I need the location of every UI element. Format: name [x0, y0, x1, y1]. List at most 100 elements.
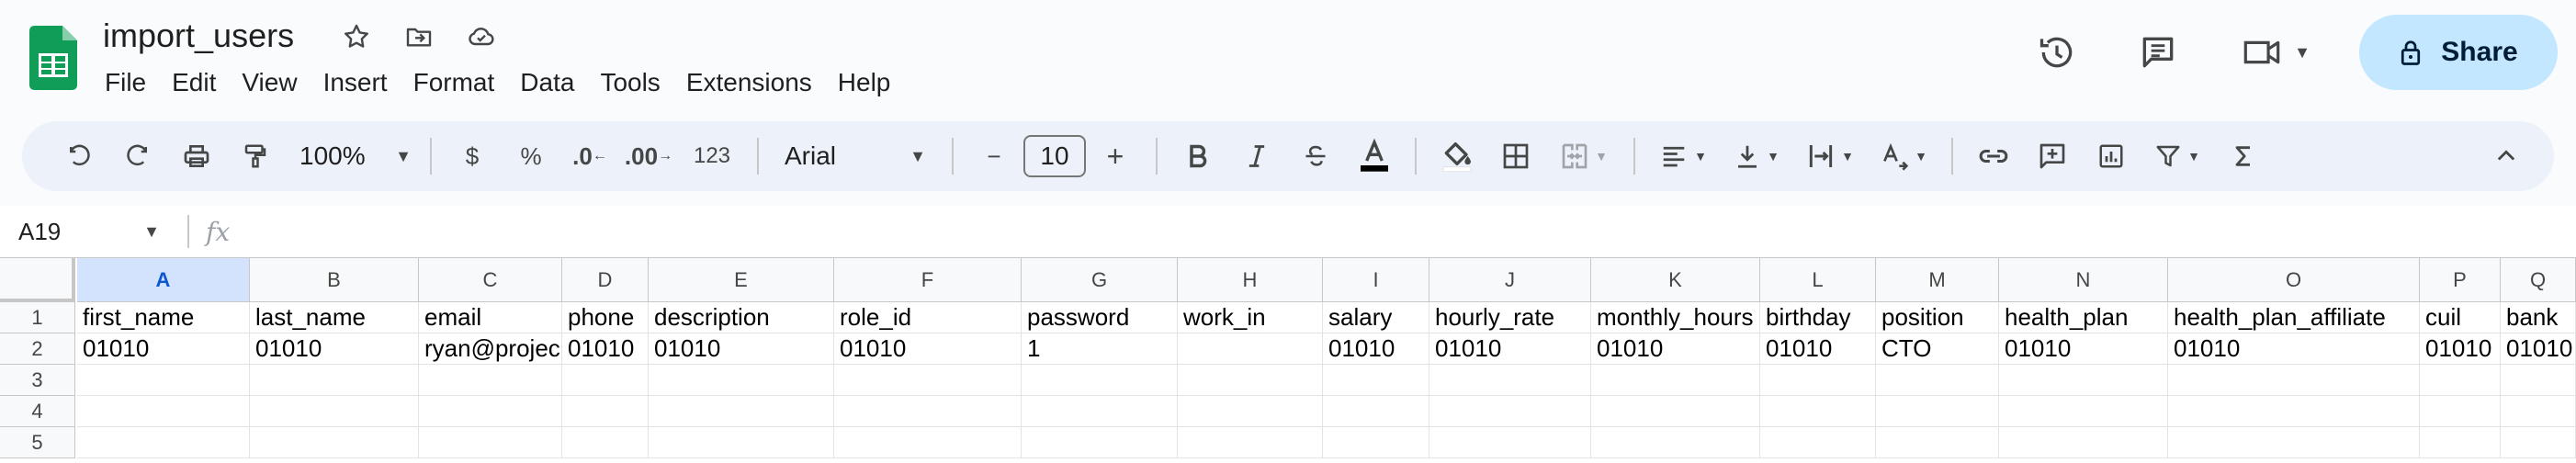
cell-d3[interactable] — [562, 365, 649, 396]
cell-g4[interactable] — [1022, 396, 1178, 427]
column-header-p[interactable]: P — [2420, 258, 2501, 302]
cell-l5[interactable] — [1760, 427, 1876, 458]
decrease-font-size-button[interactable]: − — [965, 130, 1023, 182]
zoom-select[interactable]: 100% ▼ — [285, 130, 419, 182]
row-header-3[interactable]: 3 — [0, 365, 75, 396]
bold-icon[interactable] — [1169, 130, 1227, 182]
cell-m5[interactable] — [1876, 427, 1999, 458]
cell-k4[interactable] — [1591, 396, 1760, 427]
cell-q2[interactable]: 01010 — [2501, 333, 2576, 365]
cell-l3[interactable] — [1760, 365, 1876, 396]
cell-f2[interactable]: 01010 — [834, 333, 1022, 365]
cell-a3[interactable] — [77, 365, 250, 396]
cell-c5[interactable] — [419, 427, 562, 458]
insert-chart-icon[interactable] — [2082, 130, 2141, 182]
row-header-4[interactable]: 4 — [0, 396, 75, 427]
cell-h2[interactable] — [1178, 333, 1323, 365]
cell-k5[interactable] — [1591, 427, 1760, 458]
cell-k3[interactable] — [1591, 365, 1760, 396]
functions-icon[interactable] — [2214, 130, 2273, 182]
cell-i2[interactable]: 01010 — [1323, 333, 1429, 365]
cell-b5[interactable] — [250, 427, 419, 458]
italic-icon[interactable] — [1227, 130, 1286, 182]
cell-l1[interactable]: birthday — [1760, 302, 1876, 333]
meet-dropdown[interactable]: ▼ — [2225, 16, 2326, 89]
cell-h1[interactable]: work_in — [1178, 302, 1323, 333]
share-button[interactable]: Share — [2359, 15, 2558, 90]
column-header-o[interactable]: O — [2168, 258, 2420, 302]
cell-p4[interactable] — [2420, 396, 2501, 427]
sheets-logo-icon[interactable] — [29, 26, 77, 90]
menu-tools[interactable]: Tools — [587, 68, 672, 97]
cell-p3[interactable] — [2420, 365, 2501, 396]
star-icon[interactable] — [338, 18, 375, 55]
cloud-status-icon[interactable] — [463, 18, 500, 55]
cell-b3[interactable] — [250, 365, 419, 396]
column-header-e[interactable]: E — [649, 258, 834, 302]
cell-c1[interactable]: email — [419, 302, 562, 333]
column-header-m[interactable]: M — [1876, 258, 1999, 302]
percent-format-button[interactable]: % — [502, 130, 560, 182]
cell-f4[interactable] — [834, 396, 1022, 427]
cell-p1[interactable]: cuil — [2420, 302, 2501, 333]
cell-a2[interactable]: 01010 — [77, 333, 250, 365]
menu-data[interactable]: Data — [507, 68, 587, 97]
cell-d1[interactable]: phone — [562, 302, 649, 333]
cell-l4[interactable] — [1760, 396, 1876, 427]
menu-format[interactable]: Format — [401, 68, 508, 97]
redo-icon[interactable] — [108, 130, 167, 182]
cell-i4[interactable] — [1323, 396, 1429, 427]
cell-p5[interactable] — [2420, 427, 2501, 458]
cell-k1[interactable]: monthly_hours — [1591, 302, 1760, 333]
cell-e2[interactable]: 01010 — [649, 333, 834, 365]
column-header-q[interactable]: Q — [2501, 258, 2576, 302]
cell-g2[interactable]: 1 — [1022, 333, 1178, 365]
cell-q4[interactable] — [2501, 396, 2576, 427]
row-header-2[interactable]: 2 — [0, 333, 75, 365]
collapse-menus-icon[interactable] — [2477, 130, 2536, 182]
menu-file[interactable]: File — [92, 68, 159, 97]
cell-o3[interactable] — [2168, 365, 2420, 396]
cell-m2[interactable]: CTO — [1876, 333, 1999, 365]
cell-j1[interactable]: hourly_rate — [1429, 302, 1591, 333]
cell-a5[interactable] — [77, 427, 250, 458]
document-title[interactable]: import_users — [103, 17, 294, 55]
merge-cells-icon[interactable]: ▼ — [1545, 130, 1622, 182]
column-header-b[interactable]: B — [250, 258, 419, 302]
cell-m4[interactable] — [1876, 396, 1999, 427]
undo-icon[interactable] — [50, 130, 108, 182]
font-family-select[interactable]: Arial ▼ — [770, 130, 941, 182]
cell-b4[interactable] — [250, 396, 419, 427]
cell-f3[interactable] — [834, 365, 1022, 396]
more-formats-button[interactable]: 123 — [678, 130, 746, 182]
column-header-k[interactable]: K — [1591, 258, 1760, 302]
horizontal-align-icon[interactable]: ▼ — [1646, 130, 1720, 182]
column-header-h[interactable]: H — [1178, 258, 1323, 302]
cell-a4[interactable] — [77, 396, 250, 427]
cell-o5[interactable] — [2168, 427, 2420, 458]
cell-c3[interactable] — [419, 365, 562, 396]
cell-c2[interactable]: ryan@projec — [419, 333, 562, 365]
cell-h3[interactable] — [1178, 365, 1323, 396]
row-header-5[interactable]: 5 — [0, 427, 75, 458]
cell-l2[interactable]: 01010 — [1760, 333, 1876, 365]
insert-link-icon[interactable] — [1964, 130, 2023, 182]
fill-color-icon[interactable] — [1428, 130, 1486, 182]
filter-icon[interactable]: ▼ — [2141, 130, 2214, 182]
column-header-j[interactable]: J — [1429, 258, 1591, 302]
cell-m3[interactable] — [1876, 365, 1999, 396]
cell-p2[interactable]: 01010 — [2420, 333, 2501, 365]
cell-g3[interactable] — [1022, 365, 1178, 396]
cell-e5[interactable] — [649, 427, 834, 458]
column-header-n[interactable]: N — [1999, 258, 2168, 302]
cell-o1[interactable]: health_plan_affiliate — [2168, 302, 2420, 333]
name-box[interactable]: A19 ▼ — [0, 206, 175, 257]
text-wrapping-icon[interactable]: ▼ — [1793, 130, 1867, 182]
menu-extensions[interactable]: Extensions — [673, 68, 825, 97]
cell-f5[interactable] — [834, 427, 1022, 458]
cell-i5[interactable] — [1323, 427, 1429, 458]
menu-view[interactable]: View — [229, 68, 310, 97]
cell-q3[interactable] — [2501, 365, 2576, 396]
cell-n4[interactable] — [1999, 396, 2168, 427]
cell-n1[interactable]: health_plan — [1999, 302, 2168, 333]
